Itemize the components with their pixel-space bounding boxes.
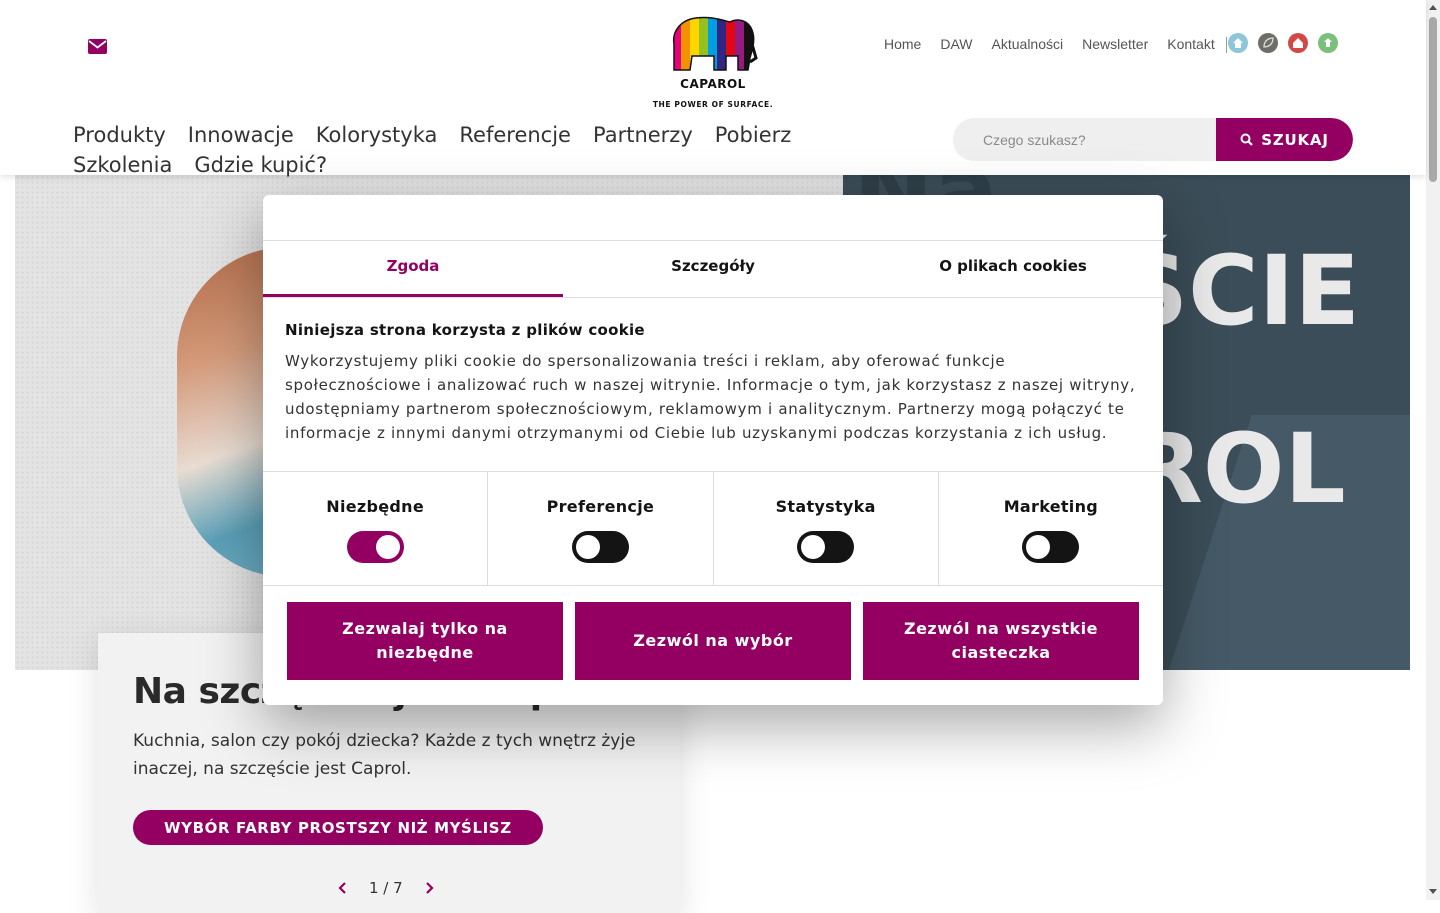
eco-circle-icon[interactable] bbox=[1318, 33, 1338, 53]
leaf-circle-icon[interactable] bbox=[1258, 33, 1278, 53]
elephant-logo-icon bbox=[672, 16, 758, 71]
toplink-home[interactable]: Home bbox=[876, 36, 929, 53]
nav-partnerzy[interactable]: Partnerzy bbox=[593, 120, 693, 150]
allow-necessary-button[interactable]: Zezwalaj tylko na niezbędne bbox=[287, 602, 563, 680]
scroll-thumb[interactable] bbox=[1429, 17, 1437, 182]
allow-all-button[interactable]: Zezwól na wszystkie ciasteczka bbox=[863, 602, 1139, 680]
toplinks-divider bbox=[1225, 37, 1227, 53]
house-circle-icon[interactable] bbox=[1288, 33, 1308, 53]
toggle-knob bbox=[1026, 535, 1051, 559]
nav-gdzie-kupic[interactable]: Gdzie kupić? bbox=[194, 150, 327, 180]
search-bar: SZUKAJ bbox=[953, 118, 1353, 161]
toggle-marketing: Marketing bbox=[939, 472, 1163, 585]
nav-pobierz[interactable]: Pobierz bbox=[715, 120, 792, 150]
cookie-tabs: Zgoda Szczegóły O plikach cookies bbox=[263, 240, 1163, 298]
toggle-switch-statystyka[interactable] bbox=[797, 531, 855, 563]
logo-tagline: THE POWER OF SURFACE. bbox=[652, 100, 774, 109]
tab-szczegoly[interactable]: Szczegóły bbox=[563, 240, 863, 297]
toggle-statystyka: Statystyka bbox=[714, 472, 939, 585]
nav-kolorystyka[interactable]: Kolorystyka bbox=[316, 120, 438, 150]
tab-zgoda[interactable]: Zgoda bbox=[263, 240, 563, 297]
toggle-niezbedne: Niezbędne bbox=[263, 472, 489, 585]
caparol-logo[interactable]: CAPAROL THE POWER OF SURFACE. bbox=[652, 14, 774, 112]
toggle-label: Niezbędne bbox=[326, 497, 424, 516]
home-circle-icon[interactable] bbox=[1228, 33, 1248, 53]
toplink-daw[interactable]: DAW bbox=[932, 36, 980, 53]
search-input[interactable] bbox=[953, 118, 1215, 161]
toplink-aktualnosci[interactable]: Aktualności bbox=[984, 36, 1072, 53]
site-header: CAPAROL THE POWER OF SURFACE. Home DAW A… bbox=[0, 0, 1426, 177]
top-links: Home DAW Aktualności Newsletter Kontakt bbox=[876, 36, 1237, 53]
toggle-knob bbox=[801, 535, 826, 559]
toggle-switch-preferencje[interactable] bbox=[571, 531, 629, 563]
tab-o-plikach-cookies[interactable]: O plikach cookies bbox=[863, 240, 1163, 297]
toplink-kontakt[interactable]: Kontakt bbox=[1159, 36, 1222, 53]
cookie-heading: Niniejsza strona korzysta z plików cooki… bbox=[285, 321, 645, 339]
cookie-toggles: Niezbędne Preferencje Statystyka Marketi… bbox=[263, 471, 1163, 586]
chevron-right-icon[interactable] bbox=[425, 882, 434, 894]
toggle-preferencje: Preferencje bbox=[488, 472, 714, 585]
scroll-down-arrow-icon[interactable] bbox=[1429, 889, 1437, 894]
scroll-up-arrow-icon[interactable] bbox=[1429, 5, 1437, 10]
cookie-description: Wykorzystujemy pliki cookie do spersonal… bbox=[285, 352, 1136, 442]
toggle-knob bbox=[575, 535, 600, 559]
hero-card-text: Kuchnia, salon czy pokój dziecka? Każde … bbox=[133, 731, 636, 779]
page-scrollbar[interactable] bbox=[1426, 0, 1440, 900]
nav-referencje[interactable]: Referencje bbox=[459, 120, 571, 150]
toggle-label: Marketing bbox=[1003, 497, 1099, 516]
nav-szkolenia[interactable]: Szkolenia bbox=[73, 150, 172, 180]
toplink-newsletter[interactable]: Newsletter bbox=[1074, 36, 1156, 53]
toggle-label: Preferencje bbox=[546, 497, 655, 516]
nav-produkty[interactable]: Produkty bbox=[73, 120, 166, 150]
chevron-left-icon[interactable] bbox=[338, 882, 347, 894]
dialog-header bbox=[263, 195, 1163, 241]
cookie-buttons: Zezwalaj tylko na niezbędne Zezwól na wy… bbox=[287, 602, 1139, 680]
slider-pager: 1 / 7 bbox=[338, 879, 434, 897]
envelope-icon[interactable] bbox=[88, 39, 107, 54]
main-navigation: Produkty Innowacje Kolorystyka Referencje Pa… bbox=[73, 120, 913, 180]
hero-card-button[interactable]: WYBÓR FARBY PROSTSZY NIŻ MYŚLISZ bbox=[133, 810, 543, 845]
toggle-label: Statystyka bbox=[775, 497, 876, 516]
logo-wordmark: CAPAROL bbox=[680, 77, 746, 91]
cookie-consent-dialog: Zgoda Szczegóły O plikach cookies Niniej… bbox=[263, 195, 1163, 705]
search-button-label: SZUKAJ bbox=[1261, 130, 1329, 149]
pager-count: 1 / 7 bbox=[369, 879, 403, 897]
nav-innowacje[interactable]: Innowacje bbox=[188, 120, 294, 150]
toggle-switch-niezbedne[interactable] bbox=[346, 531, 404, 563]
toggle-knob bbox=[375, 535, 400, 559]
toggle-switch-marketing[interactable] bbox=[1022, 531, 1080, 563]
search-icon bbox=[1240, 133, 1254, 146]
search-button[interactable]: SZUKAJ bbox=[1216, 118, 1353, 161]
allow-selection-button[interactable]: Zezwól na wybór bbox=[575, 602, 851, 680]
cookie-body: Niniejsza strona korzysta z plików cooki… bbox=[285, 321, 1145, 445]
